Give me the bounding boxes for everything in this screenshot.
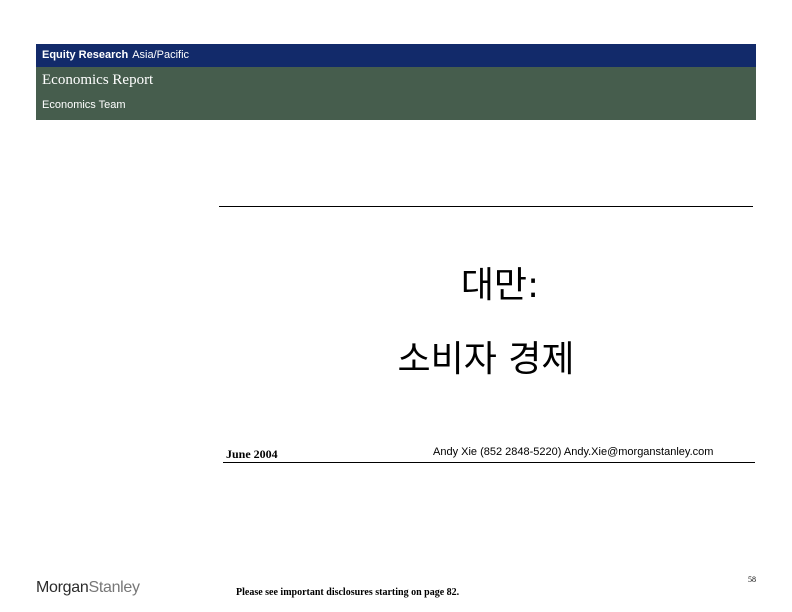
logo-text-first: Morgan <box>36 579 89 596</box>
disclosure-note: Please see important disclosures startin… <box>236 587 460 598</box>
author-contact: Andy Xie (852 2848-5220) Andy.Xie@morgan… <box>433 446 714 458</box>
research-region: Asia/Pacific <box>132 49 190 61</box>
header-report-band: Economics Report Economics Team <box>36 67 756 120</box>
header-research-band: Equity Research Asia/Pacific <box>36 44 756 67</box>
title-line-1: 대만: <box>460 265 540 306</box>
morgan-stanley-logo: MorganStanley <box>36 578 140 598</box>
logo-text-second: Stanley <box>88 579 140 596</box>
research-category: Equity Research <box>42 49 129 61</box>
publication-date: June 2004 <box>226 447 278 461</box>
bottom-divider <box>223 462 755 463</box>
top-divider <box>219 206 753 207</box>
title-line-2: 소비자 경제 <box>397 339 575 380</box>
team-name: Economics Team <box>42 99 126 111</box>
page-number: 58 <box>748 575 756 584</box>
report-type: Economics Report <box>42 72 154 88</box>
